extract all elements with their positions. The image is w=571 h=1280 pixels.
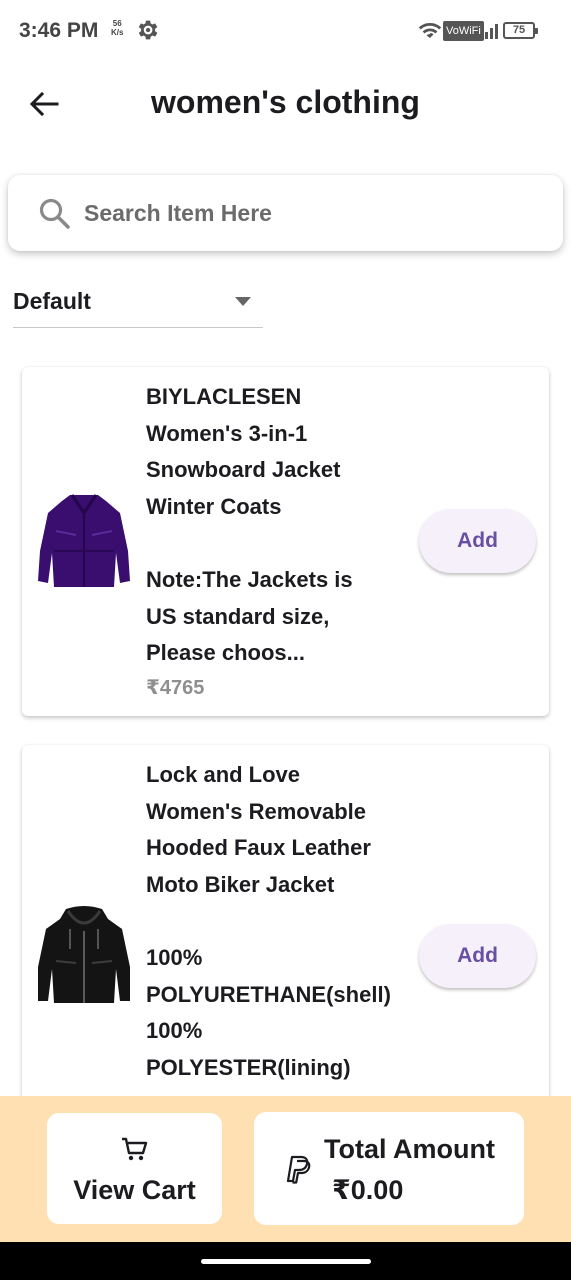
home-indicator[interactable] [201, 1259, 371, 1264]
purple-jacket-image [38, 494, 130, 587]
view-cart-label: View Cart [73, 1175, 196, 1205]
battery-icon: 75 [503, 22, 538, 39]
back-button[interactable] [22, 82, 66, 126]
view-cart-button[interactable]: View Cart [47, 1113, 222, 1224]
product-card[interactable]: BIYLACLESEN Women's 3-in-1 Snowboard Jac… [22, 367, 549, 716]
bottom-bar: View Cart Total Amount ₹0.00 [0, 1096, 571, 1242]
network-speed: 56 K/s [111, 19, 124, 37]
system-nav-bar [0, 1242, 571, 1280]
sort-selected-value: Default [13, 288, 91, 314]
vowifi-badge: VoWiFi [443, 21, 484, 41]
product-title: Lock and Love Women's Removable Hooded F… [146, 762, 391, 1080]
status-time: 3:46 PM [19, 19, 99, 42]
wifi-icon [418, 23, 442, 38]
product-card[interactable]: Lock and Love Women's Removable Hooded F… [22, 745, 549, 1145]
total-amount-box: Total Amount ₹0.00 [254, 1112, 524, 1225]
signal-icon [480, 24, 498, 39]
status-bar: 3:46 PM 56 K/s VoWiFi 75 [0, 0, 571, 62]
app-bar: women's clothing [0, 62, 571, 146]
arrow-left-icon [29, 91, 59, 117]
product-title: BIYLACLESEN Women's 3-in-1 Snowboard Jac… [146, 384, 353, 666]
settings-gear-icon [138, 20, 158, 40]
product-price: ₹4765 [146, 677, 205, 699]
total-amount-value: ₹0.00 [332, 1175, 404, 1205]
search-icon [39, 198, 70, 229]
paypal-icon [286, 1155, 311, 1184]
page-title: women's clothing [151, 84, 420, 120]
sort-dropdown[interactable]: Default [13, 284, 263, 328]
add-to-cart-button[interactable]: Add [419, 509, 536, 573]
search-bar[interactable] [8, 175, 563, 251]
black-leather-jacket-image [38, 906, 130, 1003]
add-to-cart-button[interactable]: Add [419, 924, 536, 988]
search-input[interactable] [84, 193, 544, 233]
cart-icon [122, 1137, 148, 1161]
caret-down-icon [235, 297, 251, 306]
total-amount-label: Total Amount [324, 1134, 495, 1164]
